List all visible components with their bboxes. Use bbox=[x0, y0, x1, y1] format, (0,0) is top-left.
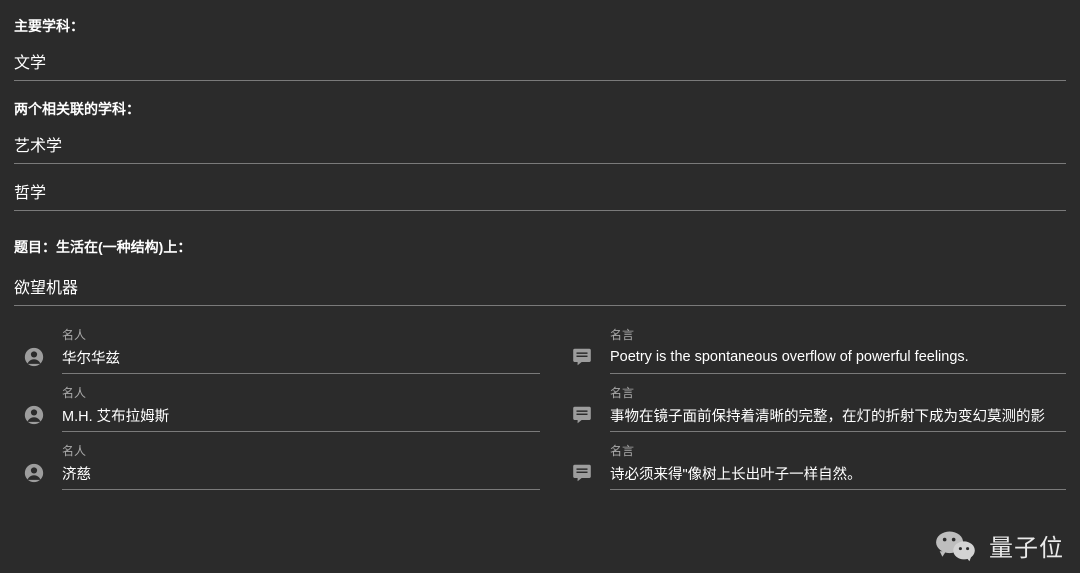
label-major-subject: 主要学科： bbox=[14, 16, 1066, 36]
input-related-subject-2[interactable] bbox=[14, 182, 1066, 211]
watermark: 量子位 bbox=[933, 527, 1064, 563]
input-person-3[interactable] bbox=[62, 465, 540, 490]
person-quote-row: 名人 名言 bbox=[20, 384, 1066, 432]
label-quote: 名言 bbox=[610, 384, 1066, 401]
form-container: 主要学科： 两个相关联的学科： 题目：生活在(一种结构)上： 名人 bbox=[0, 0, 1080, 490]
chat-icon bbox=[571, 462, 593, 484]
watermark-text: 量子位 bbox=[989, 528, 1064, 563]
wechat-icon bbox=[933, 527, 977, 563]
label-person: 名人 bbox=[62, 442, 540, 459]
chat-icon bbox=[571, 346, 593, 368]
input-topic[interactable] bbox=[14, 277, 1066, 306]
label-related-subjects: 两个相关联的学科： bbox=[14, 99, 1066, 119]
input-quote-3[interactable] bbox=[610, 465, 1066, 490]
person-icon bbox=[23, 462, 45, 484]
label-quote: 名言 bbox=[610, 326, 1066, 343]
person-icon bbox=[23, 346, 45, 368]
input-person-2[interactable] bbox=[62, 407, 540, 432]
input-major-subject[interactable] bbox=[14, 52, 1066, 81]
label-quote: 名言 bbox=[610, 442, 1066, 459]
input-quote-1[interactable] bbox=[610, 349, 1066, 374]
person-icon bbox=[23, 404, 45, 426]
person-quote-row: 名人 名言 bbox=[20, 326, 1066, 374]
chat-icon bbox=[571, 404, 593, 426]
input-quote-2[interactable] bbox=[610, 407, 1066, 432]
person-quote-row: 名人 名言 bbox=[20, 442, 1066, 490]
label-person: 名人 bbox=[62, 384, 540, 401]
label-topic: 题目：生活在(一种结构)上： bbox=[14, 237, 1066, 257]
input-related-subject-1[interactable] bbox=[14, 135, 1066, 164]
label-person: 名人 bbox=[62, 326, 540, 343]
input-person-1[interactable] bbox=[62, 349, 540, 374]
person-quote-rows: 名人 名言 名人 bbox=[14, 312, 1066, 490]
